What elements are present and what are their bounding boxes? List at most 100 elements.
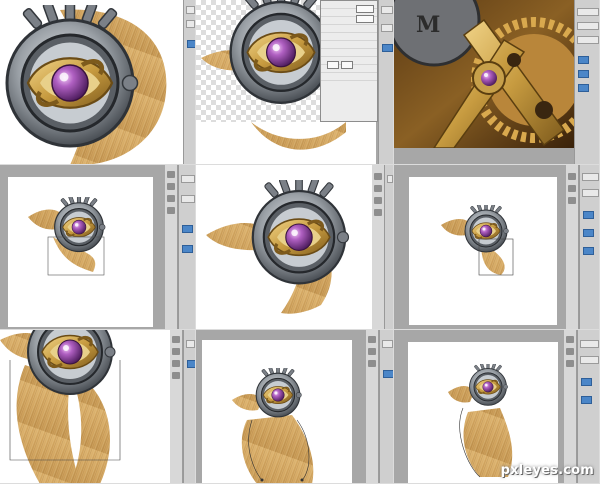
panel-strip — [580, 340, 599, 348]
panel-strip — [186, 340, 195, 348]
tool-icon[interactable] — [566, 348, 574, 355]
layers-panel — [178, 165, 195, 329]
panel-strip — [181, 175, 195, 183]
tool-icon[interactable] — [374, 185, 382, 192]
tile-dialog — [196, 0, 394, 165]
gear-letter: M — [416, 12, 440, 38]
layers-panel — [378, 0, 393, 164]
layers-panel — [384, 165, 393, 329]
dialog-row — [321, 33, 377, 41]
tile-zoomed-eye — [0, 0, 196, 165]
tool-icon[interactable] — [568, 197, 576, 204]
tile-hair-bezier — [196, 330, 394, 484]
tool-icon[interactable] — [172, 336, 180, 343]
panel-button[interactable] — [578, 84, 589, 92]
artwork-preview — [0, 330, 121, 483]
panel-strip — [577, 22, 599, 30]
panel-button[interactable] — [578, 70, 589, 78]
panel-strip — [381, 24, 393, 32]
tile-gear-photo: M — [394, 0, 600, 165]
dialog-button[interactable] — [356, 15, 374, 23]
panel-button[interactable] — [187, 40, 195, 48]
tool-icon[interactable] — [368, 336, 376, 343]
panel-button[interactable] — [583, 229, 594, 237]
dialog-button[interactable] — [341, 61, 353, 69]
watermark-text: pxleyes.com — [500, 463, 594, 478]
panel-button[interactable] — [182, 225, 193, 233]
tool-icon[interactable] — [568, 185, 576, 192]
artwork-preview — [232, 368, 314, 483]
panel-button[interactable] — [581, 396, 592, 404]
document-canvas — [196, 122, 376, 164]
tool-icon[interactable] — [566, 360, 574, 367]
tool-icon[interactable] — [368, 348, 376, 355]
document-canvas — [0, 0, 183, 164]
panel-strip — [582, 173, 599, 181]
panel-strip — [381, 6, 393, 14]
layers-panel — [577, 330, 599, 483]
tool-icon[interactable] — [374, 173, 382, 180]
tool-icon[interactable] — [172, 348, 180, 355]
artwork-hair — [251, 122, 346, 150]
document-canvas — [8, 177, 153, 327]
tool-icon[interactable] — [374, 209, 382, 216]
layers-panel — [183, 0, 195, 164]
panel-button[interactable] — [182, 245, 193, 253]
layer-style-dialog[interactable] — [320, 0, 378, 122]
document-canvas — [0, 330, 170, 483]
dialog-row — [321, 41, 377, 49]
artwork-preview — [0, 0, 167, 164]
artwork-preview — [28, 197, 106, 276]
dialog-button[interactable] — [356, 5, 374, 13]
panel-strip — [382, 340, 393, 348]
collage-grid: M — [0, 0, 600, 484]
document-canvas — [202, 340, 352, 483]
panel-button[interactable] — [581, 378, 592, 386]
panel-button[interactable] — [187, 360, 195, 368]
tool-icon[interactable] — [167, 171, 175, 178]
tool-icon[interactable] — [167, 183, 175, 190]
dialog-row — [321, 49, 377, 57]
panel-strip — [577, 8, 599, 16]
panel-strip — [186, 20, 195, 28]
tool-icon[interactable] — [566, 336, 574, 343]
panel-button[interactable] — [578, 56, 589, 64]
layers-panel — [379, 330, 393, 483]
panel-button[interactable] — [383, 370, 393, 378]
tool-icon[interactable] — [167, 195, 175, 202]
tools-bar — [165, 165, 178, 329]
layers-panel — [574, 0, 599, 164]
tile-hair-bezier-2 — [394, 330, 600, 484]
tool-icon[interactable] — [568, 173, 576, 180]
document-canvas — [409, 177, 557, 325]
tool-icon[interactable] — [374, 197, 382, 204]
panel-button[interactable] — [583, 247, 594, 255]
panel-strip — [580, 356, 599, 364]
tile-small-eye-large-canvas — [394, 165, 600, 330]
document-canvas — [196, 165, 372, 329]
tile-eye-with-ear — [196, 165, 394, 330]
artwork-preview — [206, 180, 351, 314]
tile-small-eye-outline — [0, 165, 196, 330]
panel-strip — [186, 6, 195, 14]
tool-icon[interactable] — [368, 360, 376, 367]
tool-icon[interactable] — [172, 360, 180, 367]
panel-strip — [577, 36, 599, 44]
layers-panel — [183, 330, 195, 483]
tools-bar — [566, 165, 579, 329]
panel-strip — [181, 195, 195, 203]
panel-strip — [387, 175, 393, 183]
tool-icon[interactable] — [167, 207, 175, 214]
artwork-preview — [441, 205, 514, 276]
panel-button[interactable] — [382, 44, 393, 52]
tools-bar — [564, 330, 577, 483]
dialog-row — [321, 73, 377, 81]
tile-long-hair-zoom — [0, 330, 196, 484]
panel-button[interactable] — [583, 211, 594, 219]
dialog-button[interactable] — [327, 61, 339, 69]
tools-bar — [366, 330, 379, 483]
gear-photo: M — [394, 0, 574, 148]
tool-icon[interactable] — [172, 372, 180, 379]
panel-strip — [582, 189, 599, 197]
dialog-row — [321, 25, 377, 33]
